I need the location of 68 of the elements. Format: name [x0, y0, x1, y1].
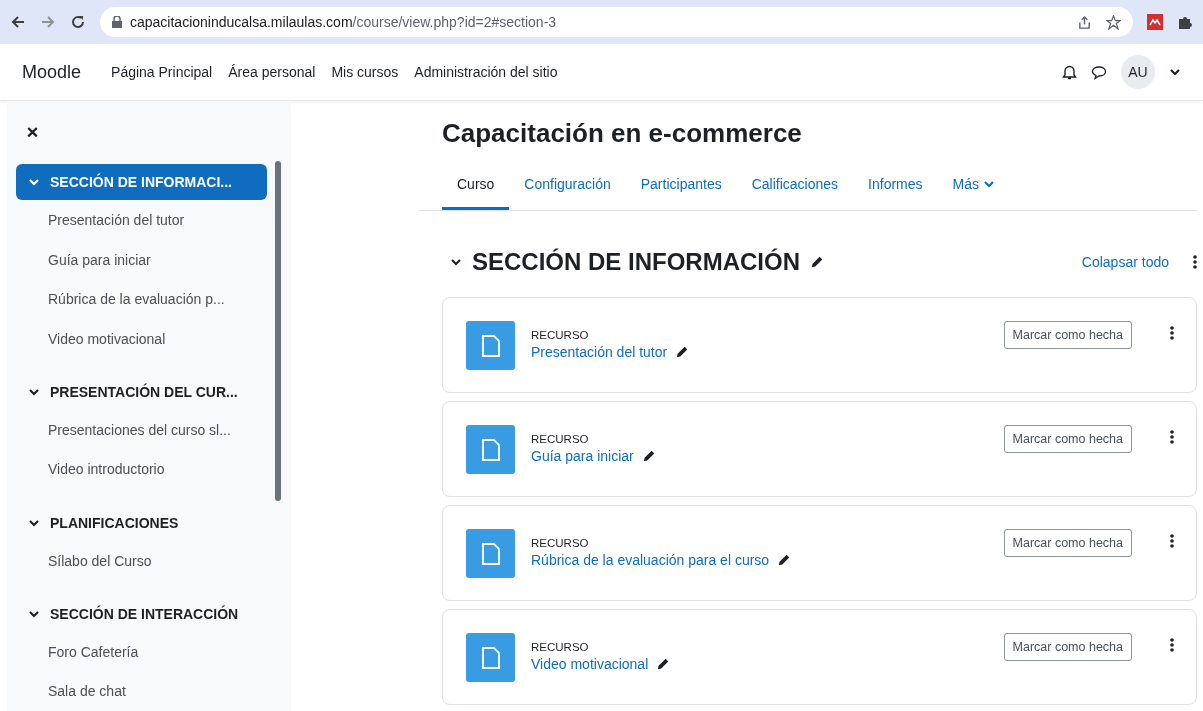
mark-done-button[interactable]: Marcar como hecha — [1003, 425, 1132, 453]
pencil-icon[interactable] — [810, 255, 824, 269]
more-options-icon[interactable] — [1193, 254, 1197, 270]
pencil-icon[interactable] — [641, 449, 656, 463]
more-options-icon[interactable] — [1170, 637, 1174, 653]
pencil-icon[interactable] — [656, 657, 671, 671]
pencil-icon[interactable] — [777, 553, 792, 567]
nav-tab[interactable]: Curso — [442, 161, 510, 210]
share-icon[interactable] — [1077, 14, 1092, 30]
activity-type: RECURSO — [531, 433, 590, 445]
close-icon[interactable] — [27, 127, 38, 138]
mark-done-button[interactable]: Marcar como hecha — [1003, 529, 1132, 557]
more-options-icon[interactable] — [1170, 429, 1174, 445]
activity-type: RECURSO — [531, 329, 590, 341]
more-options-icon[interactable] — [1170, 325, 1174, 341]
puzzle-icon[interactable] — [1177, 14, 1193, 30]
lock-icon — [112, 16, 122, 28]
url-text: capacitacioninducalsa.milaulas.com/course/view.php?id=2#section-3 — [130, 14, 557, 30]
nav-tab[interactable]: Participantes — [625, 161, 737, 210]
section-link[interactable]: SECCIÓN DE INTERACCIÓN — [16, 596, 267, 632]
nav-tab[interactable]: Informes — [853, 161, 938, 210]
activity-link[interactable]: Sala de chat — [16, 671, 283, 711]
activity-link[interactable]: Sílabo del Curso — [16, 540, 283, 581]
user-avatar[interactable]: AU — [1121, 55, 1155, 89]
more-options-icon[interactable] — [1170, 533, 1174, 549]
activity-link[interactable]: Presentaciones del curso sl... — [16, 409, 283, 450]
activity-link[interactable]: Rúbrica de la evaluación para el curso — [531, 552, 770, 568]
activity-link[interactable]: Guía para iniciar — [531, 448, 634, 464]
mark-done-button[interactable]: Marcar como hecha — [1003, 633, 1132, 661]
nav-link[interactable]: Página Principal — [111, 64, 213, 80]
bell-icon[interactable] — [1062, 64, 1077, 80]
nav-link[interactable]: Administración del sitio — [414, 64, 558, 80]
activity-link[interactable]: Video motivacional — [531, 656, 649, 672]
activity-link[interactable]: Guía para iniciar — [16, 239, 283, 280]
mark-done-button[interactable]: Marcar como hecha — [1003, 321, 1132, 349]
chat-icon[interactable] — [1091, 64, 1107, 80]
section-link[interactable]: PRESENTACIÓN DEL CUR... — [16, 374, 267, 410]
activity-link[interactable]: Video motivacional — [16, 318, 283, 359]
site-brand[interactable]: Moodle — [22, 61, 82, 83]
pencil-icon[interactable] — [675, 345, 690, 359]
activity-link[interactable]: Foro Cafetería — [16, 632, 283, 672]
section-title: SECCIÓN DE INFORMACIÓN — [472, 248, 800, 276]
nav-link[interactable]: Mis cursos — [331, 64, 399, 80]
extension-icon[interactable] — [1147, 14, 1163, 30]
nav-tab[interactable]: Configuración — [509, 161, 626, 210]
section-link[interactable]: PLANIFICACIONES — [16, 504, 267, 541]
caret-icon[interactable] — [1169, 66, 1181, 78]
activity-link[interactable]: Presentación del tutor — [531, 344, 668, 360]
file-icon — [466, 633, 515, 682]
file-icon — [466, 425, 515, 474]
activity-type: RECURSO — [531, 537, 590, 549]
file-icon — [466, 529, 515, 578]
reload-icon[interactable] — [70, 14, 86, 30]
chevron-icon[interactable] — [450, 256, 462, 268]
activity-type: RECURSO — [531, 641, 590, 653]
course-title: Capacitación en e-commerce — [442, 117, 803, 150]
address-bar[interactable]: capacitacioninducalsa.milaulas.com/course/view.php?id=2#section-3 — [100, 7, 1133, 37]
collapse-all-link[interactable]: Colapsar todo — [1081, 254, 1169, 270]
activity-link[interactable]: Presentación del tutor — [16, 200, 283, 240]
nav-link[interactable]: Área personal — [228, 64, 316, 80]
back-icon[interactable] — [10, 14, 26, 30]
nav-tab[interactable]: Más — [937, 161, 1010, 210]
file-icon — [466, 321, 515, 370]
star-icon[interactable] — [1106, 14, 1121, 30]
activity-link[interactable]: Rúbrica de la evaluación p... — [16, 279, 283, 319]
activity-link[interactable]: Video introductorio — [16, 449, 283, 489]
nav-tab[interactable]: Calificaciones — [736, 161, 854, 210]
section-link[interactable]: SECCIÓN DE INFORMACI... — [16, 164, 267, 201]
